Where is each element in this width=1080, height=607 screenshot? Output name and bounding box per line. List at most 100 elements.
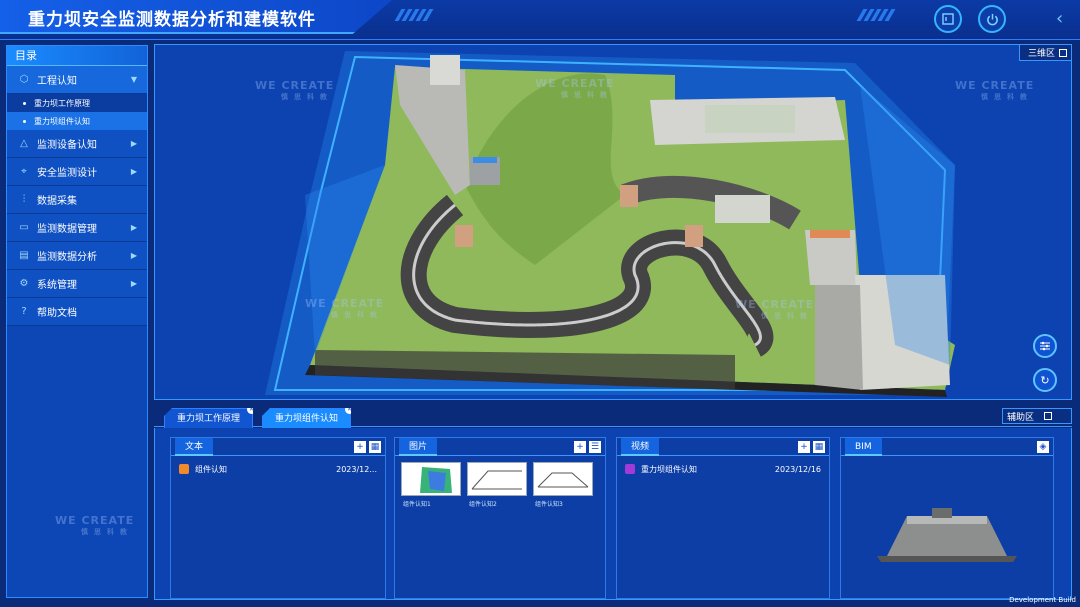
sidebar-item-system[interactable]: ⚙ 系统管理 ▶ [7,270,147,298]
grid-icon[interactable]: ▦ [369,441,381,453]
list-icon[interactable]: ☰ [589,441,601,453]
chevron-down-icon: ▼ [130,75,137,84]
tab-bar: 重力坝工作原理 ✕ 重力坝组件认知 ✕ [154,405,1072,428]
bullet-icon [23,101,26,105]
add-icon[interactable]: + [574,441,586,453]
video-card-title: 视频 [621,438,660,456]
image-thumbnail[interactable] [467,462,527,496]
sidebar-subitem-label: 重力坝组件认知 [34,116,90,126]
tab-label: 重力坝组件认知 [275,414,339,424]
tab-label: 重力坝工作原理 [177,414,241,424]
chevron-right-icon: ▶ [130,279,137,288]
image-thumbnail[interactable] [533,462,593,496]
3d-viewport[interactable]: WE CREATE 慎思科教 WE CREATE 慎思科教 WE CREATE 慎思科… [154,44,1072,400]
sidebar-item-label: 监测数据管理 [37,224,97,235]
app-title: 重力坝安全监测数据分析和建模软件 [28,10,316,30]
watermark: WE CREATE慎思科教 [735,298,815,320]
sliders-icon: ⫶ [22,194,26,205]
cube-icon[interactable]: ◈ [1037,441,1049,453]
add-icon[interactable]: + [798,441,810,453]
watermark: WE CREATE慎思科教 [255,79,335,101]
refresh-icon: ↻ [1040,373,1050,387]
3d-area-label: 三维区 [1018,45,1071,61]
image-caption: 组件认知1 [403,501,431,508]
image-caption: 组件认知2 [469,501,497,508]
maximize-icon[interactable] [1059,48,1067,57]
cube-icon: ⬡ [19,74,29,85]
bim-model-preview [877,508,1017,562]
sidebar-item-label: 监测设备认知 [37,140,97,151]
sliders-icon [1040,341,1050,351]
watermark: WE CREATE慎思科教 [305,297,385,319]
chevron-right-icon: ▶ [130,139,137,148]
reset-view-button[interactable]: ↻ [1033,368,1057,392]
close-icon[interactable]: ✕ [345,408,352,414]
document-icon [179,464,189,474]
title-banner: 重力坝安全监测数据分析和建模软件 [0,0,392,34]
watermark: WE CREATE慎思科教 [955,79,1035,101]
chevron-right-icon: ▶ [130,223,137,232]
chevron-right-icon: ▶ [130,251,137,260]
menu-button[interactable] [934,5,962,33]
sidebar-subitem-label: 重力坝工作原理 [34,98,90,108]
chevron-right-icon: ▶ [130,167,137,176]
bim-card-title: BIM [845,438,882,456]
settings-sliders-button[interactable] [1033,334,1057,358]
image-caption: 组件认知3 [535,501,563,508]
sidebar-item-label: 数据采集 [37,196,77,207]
help-icon: ? [21,306,27,317]
file-date: 2023/12... [336,464,377,474]
file-name: 重力坝组件认知 [641,464,697,474]
sidebar-item-label: 监测数据分析 [37,252,97,263]
power-icon [986,13,998,25]
file-date: 2023/12/16 [774,464,821,474]
sidebar-item-design[interactable]: ⌖ 安全监测设计 ▶ [7,158,147,186]
watermark: WE CREATE慎思科教 [55,514,135,536]
image-card-title: 图片 [399,438,438,456]
sidebar-title: 目录 [7,46,147,66]
sidebar-item-label: 工程认知 [37,76,77,87]
aux-area-label: 辅助区 [1002,408,1072,424]
sidebar-item-data-management[interactable]: ▭ 监测数据管理 ▶ [7,214,147,242]
vector-icon: ⌖ [21,166,27,177]
bim-card: BIM ◈ [840,437,1054,599]
sidebar-item-data-analysis[interactable]: ▤ 监测数据分析 ▶ [7,242,147,270]
image-thumbnail[interactable] [401,462,461,496]
text-file-row[interactable]: 组件认知 2023/12... [179,462,377,476]
video-icon [625,464,635,474]
warning-triangle-icon: △ [20,138,28,149]
maximize-icon[interactable] [1044,412,1053,420]
tab-principle[interactable]: 重力坝工作原理 ✕ [164,408,254,428]
sidebar-empty-area [7,380,147,597]
sidebar-item-collection[interactable]: ⫶ 数据采集 [7,186,147,214]
sidebar-item-help[interactable]: ? 帮助文档 [7,298,147,326]
chart-icon: ▤ [19,250,29,261]
gear-icon: ⚙ [19,278,29,289]
sidebar-item-devices[interactable]: △ 监测设备认知 ▶ [7,130,147,158]
add-icon[interactable]: + [354,441,366,453]
sidebar-subitem-principle[interactable]: 重力坝工作原理 [7,94,147,112]
close-icon[interactable]: ✕ [247,408,254,414]
sidebar-subitem-components[interactable]: 重力坝组件认知 [7,112,147,130]
build-label: Development Build [1009,596,1076,604]
video-card: 视频 + ▦ 重力坝组件认知 2023/12/16 [616,437,830,599]
sidebar-item-label: 帮助文档 [37,308,77,319]
monitor-icon: ▭ [19,222,29,233]
watermark: WE CREATE慎思科教 [535,77,615,99]
header-decoration [394,9,434,21]
text-card: 文本 + ▦ 组件认知 2023/12... [170,437,386,599]
grid-icon[interactable]: ▦ [813,441,825,453]
tab-components[interactable]: 重力坝组件认知 ✕ [262,408,352,428]
top-bar: 重力坝安全监测数据分析和建模软件 ‹ [0,0,1080,40]
file-name: 组件认知 [195,464,227,474]
video-file-row[interactable]: 重力坝组件认知 2023/12/16 [625,462,821,476]
sidebar-item-label: 系统管理 [37,280,77,291]
collapse-arrow-icon[interactable]: ‹ [1056,6,1074,32]
sidebar-item-engineering[interactable]: ⬡ 工程认知 ▼ [7,66,147,94]
list-icon [942,13,954,25]
bullet-icon [23,119,26,123]
image-card: 图片 + ☰ 组件认知1 组件认知2 组件认知3 [394,437,606,599]
sidebar-item-label: 安全监测设计 [37,168,97,179]
header-decoration-right [856,9,896,21]
power-button[interactable] [978,5,1006,33]
